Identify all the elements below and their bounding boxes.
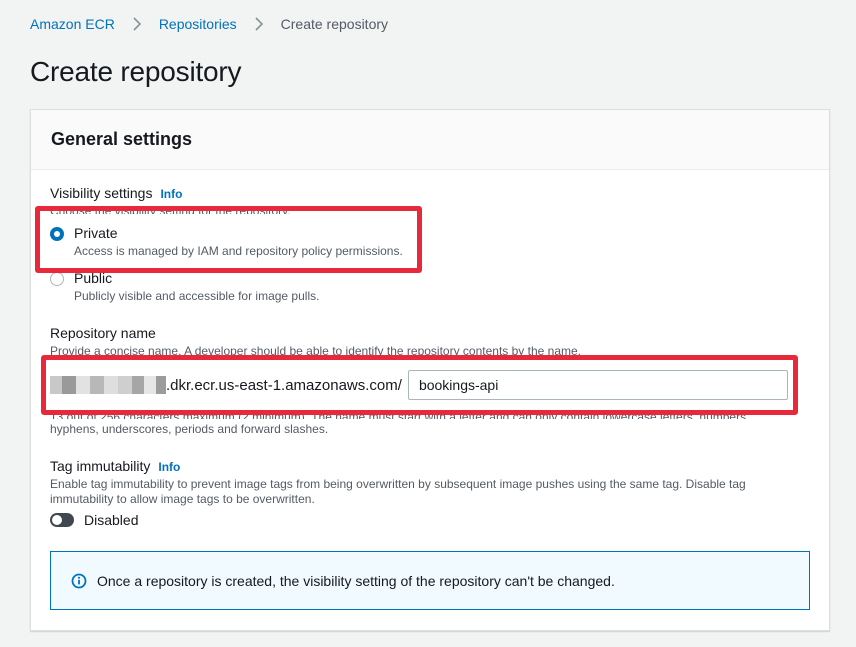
breadcrumb-current: Create repository xyxy=(280,16,389,32)
panel-header: General settings xyxy=(31,110,829,170)
repository-uri-row: .dkr.ecr.us-east-1.amazonaws.com/ xyxy=(50,370,788,400)
repository-name-input[interactable] xyxy=(407,370,788,400)
tag-immutability-description-2: immutability to allow image tags to be o… xyxy=(50,492,315,506)
tag-immutability-description: Enable tag immutability to prevent image… xyxy=(50,477,746,491)
radio-private[interactable]: Private Access is managed by IAM and rep… xyxy=(50,225,403,259)
page-title: Create repository xyxy=(30,56,242,87)
visibility-warning-alert: Once a repository is created, the visibi… xyxy=(50,551,810,610)
repository-uri-prefix: .dkr.ecr.us-east-1.amazonaws.com/ xyxy=(166,376,402,394)
redacted-account-id xyxy=(50,376,166,394)
radio-public[interactable]: Public Publicly visible and accessible f… xyxy=(50,270,319,304)
breadcrumb-repositories[interactable]: Repositories xyxy=(159,16,237,32)
tag-immutability-label-text: Tag immutability xyxy=(50,458,151,474)
radio-public-label: Public xyxy=(74,270,113,286)
repository-name-label: Repository name xyxy=(50,325,156,341)
repository-name-constraint: 13 out of 256 characters maximum (2 mini… xyxy=(50,410,750,419)
page: Amazon ECR Repositories Create repositor… xyxy=(0,0,856,647)
radio-private-description: Access is managed by IAM and repository … xyxy=(74,244,403,258)
tag-immutability-toggle-label: Disabled xyxy=(84,512,139,528)
visibility-settings-label: Visibility settings Info xyxy=(50,185,182,201)
breadcrumb-amazon-ecr[interactable]: Amazon ECR xyxy=(30,16,115,32)
repository-name-constraint-2: hyphens, underscores, periods and forwar… xyxy=(50,422,329,436)
tag-immutability-toggle-row: Disabled xyxy=(50,512,138,528)
radio-public-button[interactable] xyxy=(50,272,64,286)
visibility-settings-label-text: Visibility settings xyxy=(50,185,153,201)
alert-text: Once a repository is created, the visibi… xyxy=(97,572,615,589)
visibility-description: Choose the visibility setting for the re… xyxy=(50,204,291,214)
info-circle-icon xyxy=(71,573,87,589)
chevron-right-icon xyxy=(249,14,269,34)
radio-private-label: Private xyxy=(74,225,118,241)
tag-immutability-info-link[interactable]: Info xyxy=(158,460,180,474)
radio-private-button[interactable] xyxy=(50,227,64,241)
radio-public-description: Publicly visible and accessible for imag… xyxy=(74,289,320,303)
panel-title: General settings xyxy=(51,129,193,149)
chevron-right-icon xyxy=(127,14,147,34)
tag-immutability-label: Tag immutability Info xyxy=(50,458,180,474)
repository-name-description: Provide a concise name. A developer shou… xyxy=(50,344,581,358)
breadcrumb: Amazon ECR Repositories Create repositor… xyxy=(30,14,388,34)
tag-immutability-toggle[interactable] xyxy=(50,513,74,527)
visibility-info-link[interactable]: Info xyxy=(160,187,182,201)
